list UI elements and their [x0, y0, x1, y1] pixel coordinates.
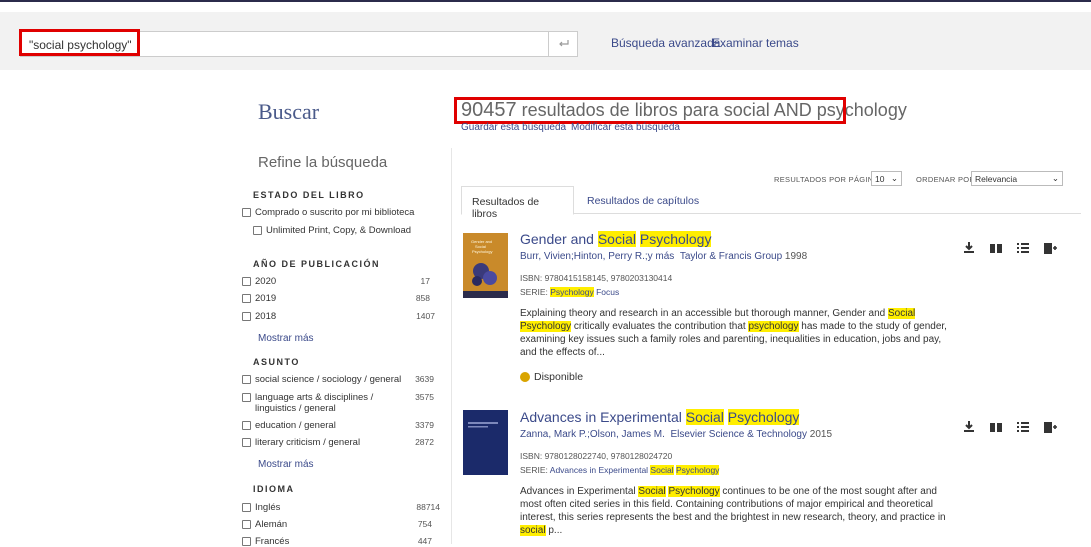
facet-item[interactable]: Inglés	[242, 502, 280, 513]
checkbox[interactable]	[242, 438, 251, 447]
facet-item[interactable]: education / general	[242, 420, 336, 431]
facet-count: 858	[415, 293, 430, 303]
page-title: Buscar	[258, 99, 320, 124]
download-icon[interactable]	[962, 241, 976, 255]
tab-book-results[interactable]: Resultados de libros	[461, 186, 574, 220]
table-of-contents-icon[interactable]	[1016, 420, 1030, 434]
save-search-link[interactable]: Guardar esta búsqueda	[461, 122, 566, 133]
facet-item[interactable]: 2020	[242, 276, 276, 287]
facet-item[interactable]: social science / sociology / general	[242, 374, 401, 385]
checkbox[interactable]	[242, 208, 251, 217]
sort-label: ORDENAR POR	[916, 175, 976, 184]
divider	[451, 148, 452, 544]
facet-count: 3379	[415, 420, 434, 430]
facet-item[interactable]: 2019	[242, 293, 276, 304]
read-online-icon[interactable]	[989, 420, 1003, 434]
facet-item[interactable]: 2018	[242, 311, 276, 322]
book-cover[interactable]	[463, 410, 508, 475]
results-tabs: Resultados de libros Resultados de capít…	[461, 186, 1081, 220]
result-authors: Zanna, Mark P.;Olson, James M. Elsevier …	[520, 429, 833, 440]
availability-status: Disponible	[520, 371, 583, 383]
facet-count: 3575	[415, 392, 434, 402]
facet-count: 2872	[415, 437, 434, 447]
add-to-bookshelf-icon[interactable]	[1043, 420, 1057, 434]
book-cover[interactable]: Gender and Social Psychology	[463, 233, 508, 298]
facet-count: 17	[420, 276, 430, 286]
checkbox[interactable]	[253, 226, 262, 235]
annotation-box-search	[19, 29, 140, 56]
chevron-down-icon: ⌄	[1051, 173, 1059, 183]
show-more-year[interactable]: Mostrar más	[258, 333, 314, 344]
per-page-label: RESULTADOS POR PÁGINA	[774, 175, 879, 184]
modify-search-link[interactable]: Modificar esta búsqueda	[571, 122, 680, 133]
facet-item[interactable]: Unlimited Print, Copy, & Download	[253, 225, 411, 236]
facet-item[interactable]: language arts & disciplines / linguistic…	[242, 392, 414, 414]
tab-chapter-results[interactable]: Resultados de capítulos	[577, 186, 709, 215]
result-description: Advances in Experimental Social Psycholo…	[520, 486, 946, 536]
facet-count: 3639	[415, 374, 434, 384]
available-icon	[520, 372, 530, 382]
checkbox[interactable]	[242, 375, 251, 384]
top-border	[0, 0, 1091, 10]
facet-heading-subject: ASUNTO	[253, 357, 300, 367]
result-title[interactable]: Advances in Experimental Social Psycholo…	[520, 409, 800, 425]
result-series: SERIE: Advances in Experimental Social P…	[520, 465, 720, 475]
result-series: SERIE: Psychology Focus	[520, 287, 620, 297]
checkbox[interactable]	[242, 393, 251, 402]
facet-item[interactable]: literary criticism / general	[242, 437, 360, 448]
facet-heading-book-status: ESTADO DEL LIBRO	[253, 190, 365, 200]
annotation-box-results	[454, 97, 846, 124]
read-online-icon[interactable]	[989, 241, 1003, 255]
browse-subjects-link[interactable]: Examinar temas	[712, 36, 799, 50]
sort-select[interactable]: Relevancia ⌄	[971, 171, 1063, 186]
facet-heading-year: AÑO DE PUBLICACIÓN	[253, 259, 381, 269]
per-page-select[interactable]: 10 ⌄	[871, 171, 902, 186]
chevron-down-icon: ⌄	[890, 173, 898, 183]
result-isbn: ISBN: 9780415158145, 9780203130414	[520, 273, 673, 283]
facet-count: 754	[417, 519, 432, 529]
checkbox[interactable]	[242, 277, 251, 286]
facet-item[interactable]: Francés	[242, 536, 289, 547]
result-isbn: ISBN: 9780128022740, 9780128024720	[520, 451, 673, 461]
search-bar: "social psychology" Búsqueda avanzada Ex…	[0, 12, 1091, 70]
cover-text: Psychology	[472, 249, 492, 254]
table-of-contents-icon[interactable]	[1016, 241, 1030, 255]
result-authors: Burr, Vivien;Hinton, Perry R.;y más Tayl…	[520, 251, 808, 262]
checkbox[interactable]	[242, 294, 251, 303]
facet-item[interactable]: Comprado o suscrito por mi biblioteca	[242, 207, 414, 218]
refine-heading: Refine la búsqueda	[258, 154, 388, 171]
checkbox[interactable]	[242, 520, 251, 529]
return-arrow-icon[interactable]	[548, 32, 578, 56]
result-description: Explaining theory and research in an acc…	[520, 308, 947, 358]
facet-count: 1407	[416, 311, 435, 321]
checkbox[interactable]	[242, 503, 251, 512]
show-more-subject[interactable]: Mostrar más	[258, 459, 314, 470]
facet-item[interactable]: Alemán	[242, 519, 287, 530]
add-to-bookshelf-icon[interactable]	[1043, 241, 1057, 255]
advanced-search-link[interactable]: Búsqueda avanzada	[611, 36, 720, 50]
checkbox[interactable]	[242, 537, 251, 546]
checkbox[interactable]	[242, 312, 251, 321]
download-icon[interactable]	[962, 420, 976, 434]
facet-count: 447	[417, 536, 432, 546]
facet-count: 88714	[416, 502, 440, 512]
facet-heading-language: IDIOMA	[253, 484, 295, 494]
result-title[interactable]: Gender and Social Psychology	[520, 231, 712, 247]
checkbox[interactable]	[242, 421, 251, 430]
